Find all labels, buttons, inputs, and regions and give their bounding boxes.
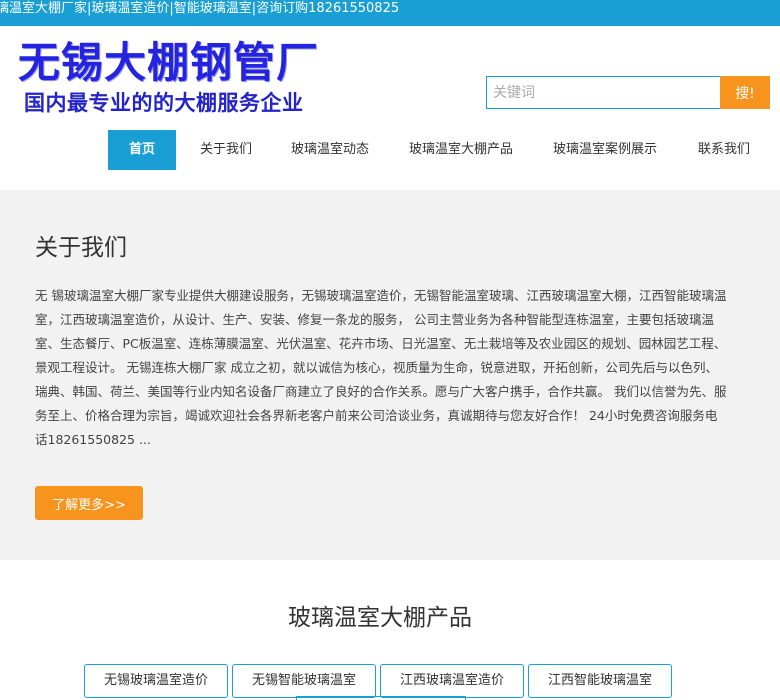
product-tag-next[interactable]: [296, 696, 466, 700]
nav-item-home[interactable]: 首页: [108, 130, 176, 170]
learn-more-button[interactable]: 了解更多>>: [35, 486, 143, 520]
about-text: 无 锡玻璃温室大棚厂家专业提供大棚建设服务，无锡玻璃温室造价，无锡智能温室玻璃、…: [35, 288, 727, 447]
nav-item-products[interactable]: 玻璃温室大棚产品: [402, 130, 520, 170]
about-section: 关于我们 无 锡玻璃温室大棚厂家专业提供大棚建设服务，无锡玻璃温室造价，无锡智能…: [0, 190, 780, 560]
search-input[interactable]: [486, 76, 720, 109]
search-button[interactable]: 搜!: [720, 76, 770, 109]
logo-slogan: 国内最专业的的大棚服务企业: [24, 91, 304, 115]
products-title: 玻璃温室大棚产品: [288, 605, 472, 631]
nav-item-news[interactable]: 玻璃温室动态: [284, 130, 376, 170]
logo-title: 无锡大棚钢管厂: [18, 38, 320, 87]
top-info-bar: 璃温室大棚厂家|玻璃温室造价|智能玻璃温室|咨询订购18261550825: [0, 0, 780, 26]
product-tag-jiangxi-price[interactable]: 江西玻璃温室造价: [380, 664, 524, 698]
about-title: 关于我们: [35, 235, 127, 261]
nav-item-cases[interactable]: 玻璃温室案例展示: [546, 130, 664, 170]
product-tag-wuxi-smart[interactable]: 无锡智能玻璃温室: [232, 664, 376, 698]
product-tag-wuxi-price[interactable]: 无锡玻璃温室造价: [84, 664, 228, 698]
product-tag-jiangxi-smart[interactable]: 江西智能玻璃温室: [528, 664, 672, 698]
site-logo[interactable]: 无锡大棚钢管厂 国内最专业的的大棚服务企业: [18, 38, 348, 118]
nav-item-contact[interactable]: 联系我们: [690, 130, 758, 170]
top-info-text: 璃温室大棚厂家|玻璃温室造价|智能玻璃温室|咨询订购18261550825: [0, 1, 400, 16]
nav-item-about[interactable]: 关于我们: [188, 130, 264, 170]
